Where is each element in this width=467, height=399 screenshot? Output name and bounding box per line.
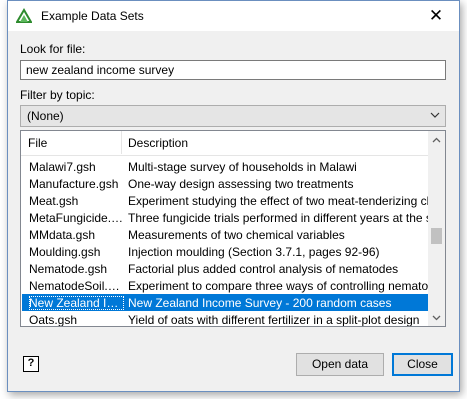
file-name: Manufacture.gsh — [29, 177, 119, 191]
topic-filter-select[interactable]: (None) — [20, 105, 446, 127]
file-description: One-way design assessing two treatments — [128, 177, 354, 191]
file-description: Measurements of two chemical variables — [128, 228, 345, 242]
file-name: Meat.gsh — [29, 194, 79, 208]
column-header-file[interactable]: File — [28, 136, 47, 150]
list-item[interactable]: MetaFungicide.gsh Three fungicide trials… — [22, 209, 430, 226]
window-title: Example Data Sets — [41, 9, 144, 23]
mountain-triangle-icon — [15, 8, 33, 24]
file-description: Yield of oats with different fertilizer … — [128, 313, 420, 327]
file-name: NematodeSoil.gsh — [29, 279, 124, 293]
file-name: Oats.gsh — [29, 313, 78, 327]
list-item[interactable]: Malawi7.gsh Multi-stage survey of househ… — [22, 158, 430, 175]
file-name: Moulding.gsh — [29, 245, 101, 259]
file-description: Experiment studying the effect of two me… — [128, 194, 428, 208]
list-scrollbar[interactable] — [428, 131, 445, 326]
list-item-selected[interactable]: New Zealand Inc... New Zealand Income Su… — [22, 294, 430, 311]
topic-filter-value: (None) — [27, 109, 64, 123]
file-description: Factorial plus added control analysis of… — [128, 262, 399, 276]
search-input[interactable]: new zealand income survey — [20, 60, 446, 80]
file-name: MMdata.gsh — [29, 228, 96, 242]
file-description: Injection moulding (Section 3.7.1, pages… — [128, 245, 380, 259]
filter-label: Filter by topic: — [20, 88, 95, 102]
list-item[interactable]: NematodeSoil.gsh Experiment to compare t… — [22, 277, 430, 294]
list-item[interactable]: Meat.gsh Experiment studying the effect … — [22, 192, 430, 209]
open-data-button[interactable]: Open data — [296, 353, 384, 376]
column-header-description[interactable]: Description — [128, 136, 188, 150]
file-description: Experiment to compare three ways of cont… — [128, 279, 428, 293]
file-description: New Zealand Income Survey - 200 random c… — [128, 296, 392, 310]
file-name: Nematode.gsh — [29, 262, 108, 276]
chevron-down-icon — [430, 109, 440, 121]
file-name: Malawi7.gsh — [29, 160, 96, 174]
scroll-down-icon[interactable] — [428, 309, 445, 326]
list-item[interactable]: Oats.gsh Yield of oats with different fe… — [22, 311, 430, 327]
close-icon[interactable]: ✕ — [417, 3, 455, 29]
title-bar: Example Data Sets ✕ — [8, 1, 459, 31]
search-label: Look for file: — [20, 42, 86, 56]
file-description: Multi-stage survey of households in Mala… — [128, 160, 357, 174]
file-name: MetaFungicide.gsh — [29, 211, 124, 225]
column-divider[interactable] — [121, 131, 122, 154]
file-name: New Zealand Inc... — [29, 296, 124, 310]
help-button[interactable]: ? — [23, 356, 39, 372]
file-list[interactable]: File Description Malawi7.gsh Multi-stage… — [20, 130, 446, 327]
close-button[interactable]: Close — [392, 353, 453, 376]
list-item[interactable]: MMdata.gsh Measurements of two chemical … — [22, 226, 430, 243]
file-description: Three fungicide trials performed in diff… — [128, 211, 428, 225]
scroll-up-icon[interactable] — [428, 131, 445, 148]
list-item[interactable]: Manufacture.gsh One-way design assessing… — [22, 175, 430, 192]
list-item[interactable]: Moulding.gsh Injection moulding (Section… — [22, 243, 430, 260]
list-item[interactable]: Nematode.gsh Factorial plus added contro… — [22, 260, 430, 277]
dialog-window: Example Data Sets ✕ Look for file: new z… — [7, 0, 460, 392]
list-header: File Description — [21, 131, 430, 156]
scrollbar-thumb[interactable] — [431, 228, 442, 244]
